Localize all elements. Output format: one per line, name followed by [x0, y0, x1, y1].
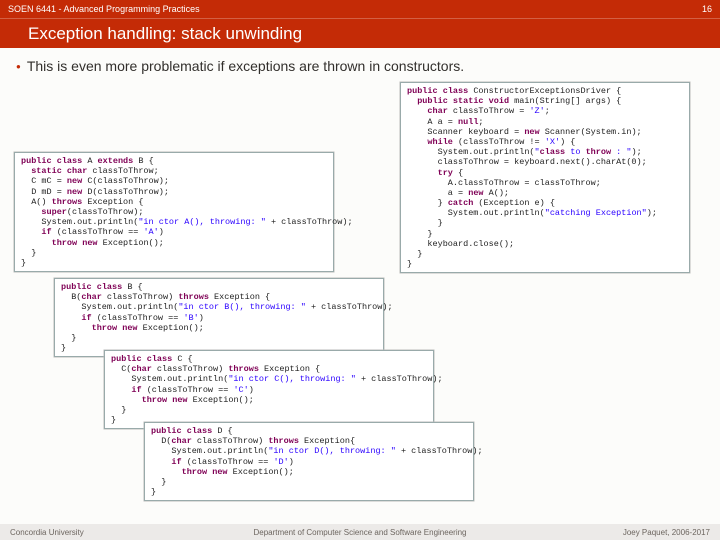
titlebar: Exception handling: stack unwinding	[0, 18, 720, 48]
topbar: SOEN 6441 - Advanced Programming Practic…	[0, 0, 720, 18]
page-number: 16	[702, 4, 712, 14]
slide: SOEN 6441 - Advanced Programming Practic…	[0, 0, 720, 540]
code-box-class-d: public class D { D(char classToThrow) th…	[144, 422, 474, 501]
code-text-b: public class B { B(char classToThrow) th…	[61, 282, 393, 353]
course-label: SOEN 6441 - Advanced Programming Practic…	[8, 4, 200, 14]
code-box-class-b: public class B { B(char classToThrow) th…	[54, 278, 384, 357]
footer: Concordia University Department of Compu…	[0, 524, 720, 540]
code-box-class-a: public class A extends B { static char c…	[14, 152, 334, 272]
footer-center: Department of Computer Science and Softw…	[0, 528, 720, 537]
code-box-driver: public class ConstructorExceptionsDriver…	[400, 82, 690, 273]
bullet-line: ● This is even more problematic if excep…	[16, 58, 704, 76]
content-area: ● This is even more problematic if excep…	[0, 48, 720, 76]
code-text-driver: public class ConstructorExceptionsDriver…	[407, 86, 657, 269]
code-box-class-c: public class C { C(char classToThrow) th…	[104, 350, 434, 429]
bullet-text: This is even more problematic if excepti…	[27, 58, 464, 74]
code-text-a: public class A extends B { static char c…	[21, 156, 353, 268]
code-text-c: public class C { C(char classToThrow) th…	[111, 354, 443, 425]
slide-title: Exception handling: stack unwinding	[28, 24, 302, 44]
code-text-d: public class D { D(char classToThrow) th…	[151, 426, 483, 497]
bullet-dot-icon: ●	[16, 58, 21, 76]
